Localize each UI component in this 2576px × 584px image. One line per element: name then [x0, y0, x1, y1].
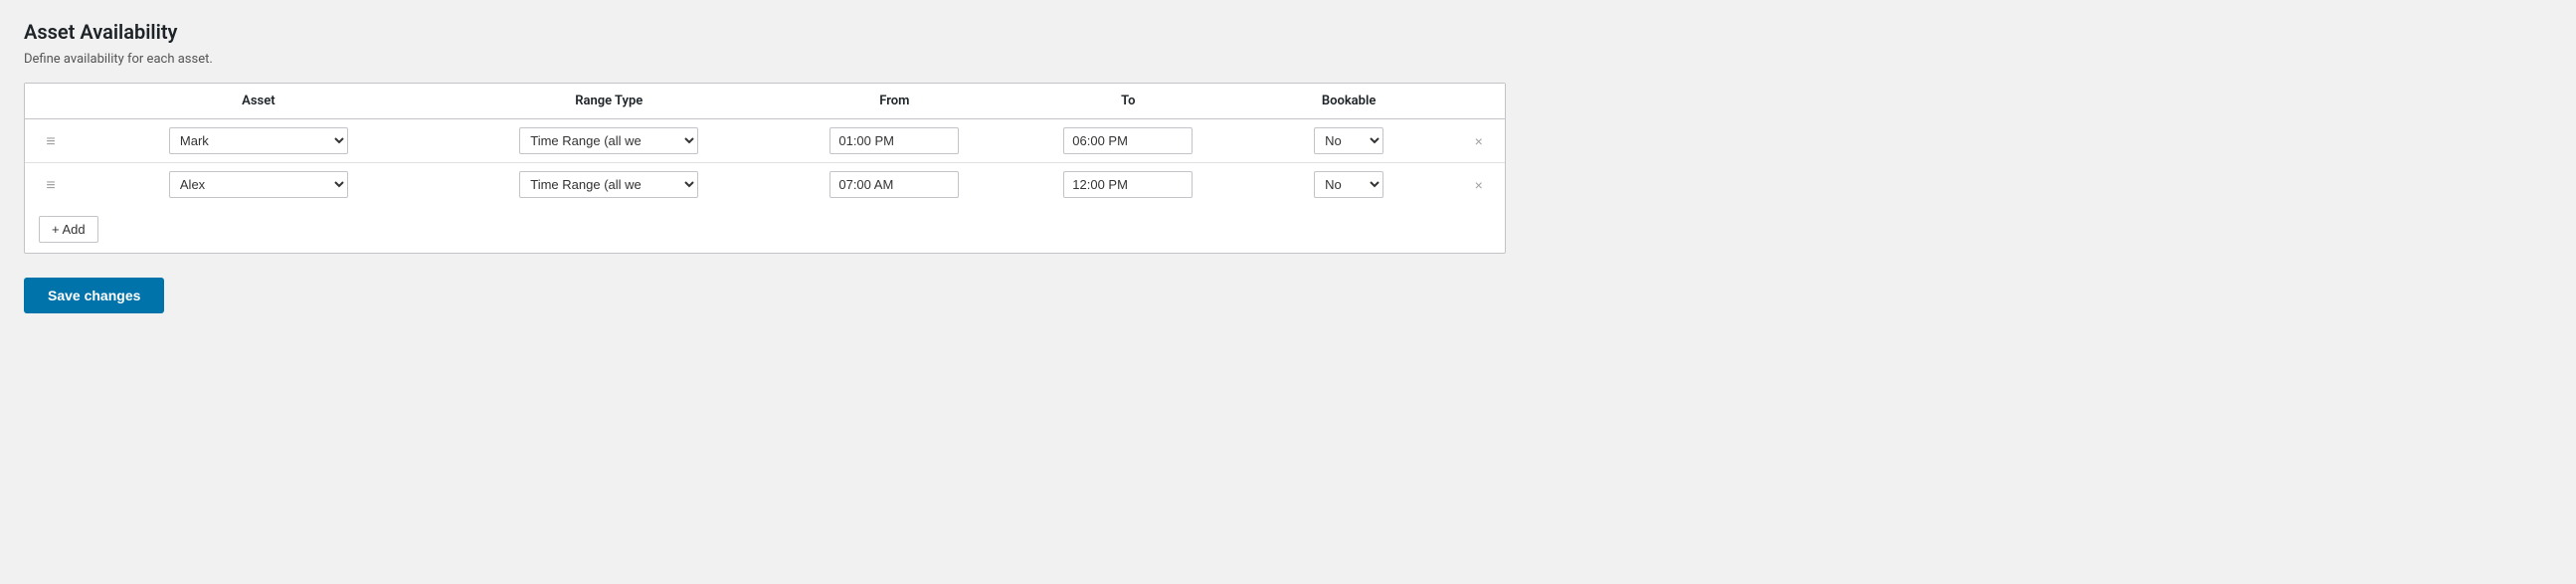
from-time-input[interactable] [829, 171, 959, 198]
col-drag [25, 84, 77, 119]
bookable-select[interactable]: NoYes [1314, 127, 1383, 154]
add-button[interactable]: + Add [39, 216, 98, 243]
bookable-select[interactable]: NoYes [1314, 171, 1383, 198]
add-row-container: + Add [25, 206, 1505, 253]
range-type-select[interactable]: Time Range (all we [519, 127, 698, 154]
col-asset-header: Asset [77, 84, 440, 119]
availability-table-container: Asset Range Type From To Bookable ≡ MarkA… [24, 83, 1506, 254]
from-time-input[interactable] [829, 127, 959, 154]
col-remove [1453, 84, 1505, 119]
to-time-input[interactable] [1063, 127, 1193, 154]
save-changes-button[interactable]: Save changes [24, 278, 164, 313]
drag-handle-icon[interactable]: ≡ [46, 131, 55, 151]
col-range-header: Range Type [441, 84, 778, 119]
col-from-header: From [778, 84, 1012, 119]
remove-row-button[interactable]: × [1469, 132, 1489, 150]
to-time-input[interactable] [1063, 171, 1193, 198]
remove-row-button[interactable]: × [1469, 176, 1489, 194]
col-bookable-header: Bookable [1245, 84, 1453, 119]
range-type-select[interactable]: Time Range (all we [519, 171, 698, 198]
asset-select[interactable]: MarkAlex [169, 127, 348, 154]
col-to-header: To [1012, 84, 1245, 119]
table-row: ≡ MarkAlex Time Range (all we NoYes × [25, 119, 1505, 163]
page-title: Asset Availability [24, 20, 2552, 44]
table-row: ≡ MarkAlex Time Range (all we NoYes × [25, 163, 1505, 207]
availability-table: Asset Range Type From To Bookable ≡ MarkA… [25, 84, 1505, 206]
drag-handle-icon[interactable]: ≡ [46, 175, 55, 195]
asset-select[interactable]: MarkAlex [169, 171, 348, 198]
table-header-row: Asset Range Type From To Bookable [25, 84, 1505, 119]
page-subtitle: Define availability for each asset. [24, 52, 2552, 67]
